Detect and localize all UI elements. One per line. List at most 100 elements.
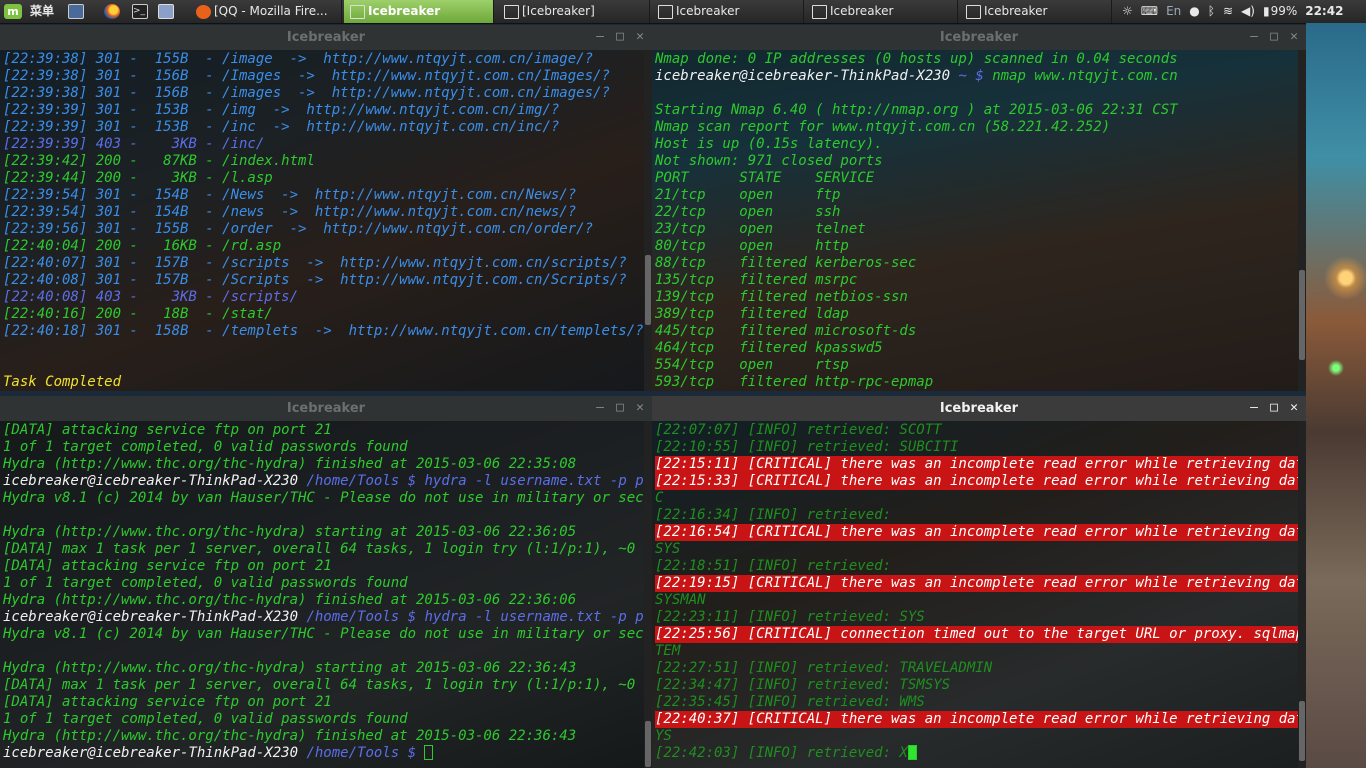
info-text: [22:42:03] [INFO] retrieved: X	[655, 745, 908, 761]
output-line: 464/tcp filtered kpasswd5	[655, 340, 883, 356]
scrollbar[interactable]	[644, 421, 652, 768]
taskbar-item-label: [Icebreaker]	[522, 4, 595, 18]
prompt-path: /home/Tools	[306, 745, 400, 761]
firefox-icon[interactable]	[104, 4, 120, 19]
terminal-task-icon	[966, 5, 981, 19]
taskbar-item-terminal[interactable]: Icebreaker	[652, 0, 804, 23]
log-line: [22:39:39] 301 - 153B - /inc -> http://w…	[3, 119, 560, 135]
critical-line: [22:19:15] [CRITICAL] there was an incom…	[655, 575, 1298, 592]
log-line: [22:39:54] 301 - 154B - /News -> http://…	[3, 187, 577, 203]
brightness-icon[interactable]: ☼	[1122, 4, 1133, 18]
taskbar-item-firefox[interactable]: [QQ - Mozilla Fire...	[190, 0, 342, 23]
maximize-icon[interactable]: □	[614, 401, 626, 414]
terminal-launcher-icon[interactable]: >_	[132, 4, 148, 19]
output-line: [DATA] attacking service ftp on port 21	[3, 558, 332, 574]
terminal-output[interactable]: [22:39:38] 301 - 155B - /image -> http:/…	[0, 50, 644, 391]
critical-text: [22:15:11] [CRITICAL] there was an incom…	[655, 456, 1298, 473]
critical-line: [22:15:11] [CRITICAL] there was an incom…	[655, 456, 1298, 473]
window-titlebar[interactable]: Icebreaker	[0, 396, 652, 421]
clock[interactable]: 22:42	[1305, 4, 1343, 18]
scrollbar[interactable]	[1298, 421, 1306, 768]
output-line: Hydra (http://www.thc.org/thc-hydra) sta…	[3, 660, 577, 676]
volume-icon[interactable]: ◀)	[1241, 4, 1255, 18]
files-launcher-icon[interactable]	[158, 4, 174, 19]
show-desktop-icon[interactable]	[68, 4, 84, 19]
info-text: YS	[655, 728, 672, 744]
maximize-icon[interactable]: □	[1268, 401, 1280, 414]
log-line: [22:40:07] 301 - 157B - /scripts -> http…	[3, 255, 627, 271]
terminal-window-nmap[interactable]: Icebreaker – □ ✕ Nmap done: 0 IP address…	[652, 25, 1306, 391]
output-line: [DATA] attacking service ftp on port 21	[3, 422, 332, 438]
critical-text: [22:15:33] [CRITICAL] there was an incom…	[655, 473, 1298, 490]
taskbar-item-terminal[interactable]: [Icebreaker]	[498, 0, 650, 23]
minimize-icon[interactable]: –	[1248, 401, 1260, 414]
close-icon[interactable]: ✕	[634, 30, 646, 43]
log-line: [22:40:08] 403 - 3KB - /scripts/	[3, 289, 299, 305]
bluetooth-icon[interactable]: ᛒ	[1208, 4, 1215, 18]
scrollbar-thumb[interactable]	[1299, 701, 1305, 761]
output-line: 135/tcp filtered msrpc	[655, 272, 858, 288]
maximize-icon[interactable]: □	[614, 30, 626, 43]
terminal-window-dirsearch[interactable]: Icebreaker – □ ✕ [22:39:38] 301 - 155B -…	[0, 25, 652, 391]
mint-menu-icon[interactable]: m	[4, 4, 22, 19]
terminal-window-hydra[interactable]: Icebreaker – □ ✕ [DATA] attacking servic…	[0, 396, 652, 768]
output-line: 389/tcp filtered ldap	[655, 306, 849, 322]
minimize-icon[interactable]: –	[594, 401, 606, 414]
window-title: Icebreaker	[939, 401, 1019, 416]
output-line: [DATA] attacking service ftp on port 21	[3, 694, 332, 710]
output-line: 1 of 1 target completed, 0 valid passwor…	[3, 439, 408, 455]
window-titlebar[interactable]: Icebreaker	[0, 25, 652, 50]
taskbar-item-terminal-active[interactable]: Icebreaker	[344, 0, 494, 23]
minimize-icon[interactable]: –	[1248, 30, 1260, 43]
info-text: [22:07:07] [INFO] retrieved: SCOTT	[655, 422, 942, 438]
scrollbar[interactable]	[644, 50, 652, 391]
critical-text: [22:25:56] [CRITICAL] connection timed o…	[655, 626, 1298, 643]
menu-label[interactable]: 菜单	[30, 0, 54, 23]
window-titlebar[interactable]: Icebreaker	[652, 25, 1306, 50]
output-line: Hydra (http://www.thc.org/thc-hydra) sta…	[3, 524, 577, 540]
scrollbar-thumb[interactable]	[1299, 270, 1305, 360]
output-line: Nmap done: 0 IP addresses (0 hosts up) s…	[655, 51, 1178, 67]
critical-text: [22:16:54] [CRITICAL] there was an incom…	[655, 524, 1298, 541]
taskbar-item-terminal[interactable]: Icebreaker	[960, 0, 1112, 23]
terminal-task-icon	[658, 5, 673, 19]
close-icon[interactable]: ✕	[1288, 401, 1300, 414]
maximize-icon[interactable]: □	[1268, 30, 1280, 43]
battery-icon[interactable]: ▮	[1263, 4, 1270, 18]
log-line: [22:39:44] 200 - 3KB - /l.asp	[3, 170, 273, 186]
keyboard-icon[interactable]: ⌨	[1141, 4, 1158, 18]
close-icon[interactable]: ✕	[634, 401, 646, 414]
terminal-output[interactable]: Nmap done: 0 IP addresses (0 hosts up) s…	[652, 50, 1298, 391]
window-title: Icebreaker	[286, 30, 366, 45]
taskbar-item-label: Icebreaker	[368, 4, 441, 18]
prompt-path: ~	[958, 68, 967, 84]
output-line: Not shown: 971 closed ports	[655, 153, 883, 169]
user-icon[interactable]: ●	[1189, 4, 1199, 18]
terminal-task-icon	[812, 5, 827, 19]
taskbar-item-terminal[interactable]: Icebreaker	[806, 0, 958, 23]
close-icon[interactable]: ✕	[1288, 30, 1300, 43]
log-line: [22:39:39] 301 - 153B - /img -> http://w…	[3, 102, 560, 118]
input-language[interactable]: En	[1166, 4, 1181, 18]
critical-text: [22:19:15] [CRITICAL] there was an incom…	[655, 575, 1298, 592]
minimize-icon[interactable]: –	[594, 30, 606, 43]
terminal-output[interactable]: [22:07:07] [INFO] retrieved: SCOTT [22:10…	[652, 421, 1298, 768]
output-line: 22/tcp open ssh	[655, 204, 841, 220]
critical-line: [22:16:54] [CRITICAL] there was an incom…	[655, 524, 1298, 541]
scrollbar[interactable]	[1298, 50, 1306, 391]
scrollbar-thumb[interactable]	[645, 721, 651, 767]
window-titlebar[interactable]: Icebreaker	[652, 396, 1306, 421]
terminal-window-sqlmap[interactable]: Icebreaker – □ ✕ [22:07:07] [INFO] retri…	[652, 396, 1306, 768]
critical-line: [22:15:33] [CRITICAL] there was an incom…	[655, 473, 1298, 490]
terminal-output[interactable]: [DATA] attacking service ftp on port 21 1…	[0, 421, 644, 768]
terminal-cursor[interactable]	[907, 745, 917, 760]
prompt-user: icebreaker@icebreaker-ThinkPad-X230	[655, 68, 951, 84]
info-line: [22:07:07] [INFO] retrieved: SCOTT	[655, 422, 1298, 439]
scrollbar-thumb[interactable]	[645, 255, 651, 325]
top-panel: m 菜单 >_ [QQ - Mozilla Fire... Icebreaker…	[0, 0, 1366, 24]
terminal-cursor[interactable]	[424, 745, 434, 760]
network-icon[interactable]: ≋	[1223, 4, 1233, 18]
output-line: [DATA] max 1 task per 1 server, overall …	[3, 541, 644, 557]
